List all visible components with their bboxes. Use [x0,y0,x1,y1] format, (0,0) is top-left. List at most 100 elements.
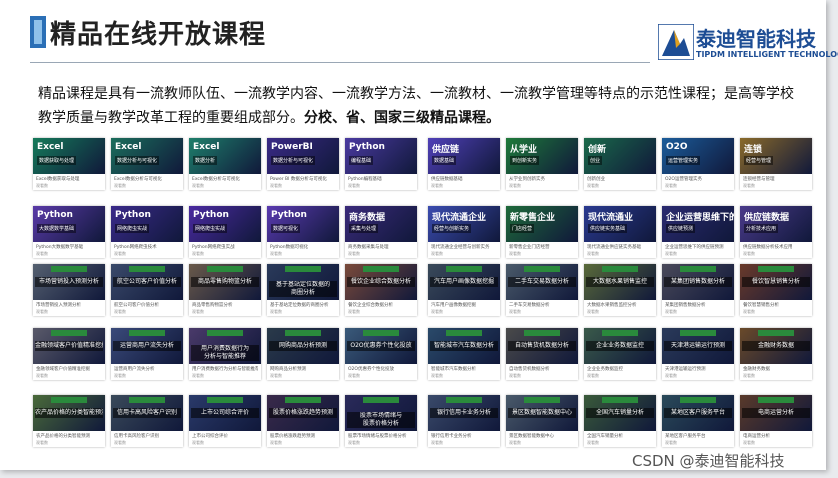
course-card[interactable]: 餐饮企业综合数据分析 餐饮企业综合数据分析 观看数 [345,264,417,316]
course-caption: Python数据可视化 [270,245,309,250]
course-card[interactable]: 企业运营思维下的 供应链预测 企业运营思维下的供应链预测 观看数 [662,206,734,258]
course-card[interactable]: 银行信用卡业务分析 银行信用卡业务分析 观看数 [428,395,500,447]
intro-line-2-bold: 分校、省、国家三级精品课程。 [304,110,500,126]
course-thumbnail: O2O优惠券个性化投放 [345,328,417,364]
course-thumbnail: 创新 创业 [584,138,656,174]
case-title: 用户消费数据行为 分析与智能推荐 [191,345,259,361]
case-title: 航空公司客户价值分析 [113,277,181,287]
logo-text-cn: 泰迪智能科技 [696,27,816,51]
course-meta: 观看数 [36,251,48,256]
course-card[interactable]: 餐饮智慧销售分析 餐饮智慧销售分析 观看数 [740,264,812,316]
course-card[interactable]: 市场营销投入预测分析 市场营销投入预测分析 观看数 [33,264,105,316]
case-badge [446,266,482,272]
course-card[interactable]: 商品零售购物篮分析 商品零售购物篮分析 观看数 [189,264,261,316]
course-card[interactable]: 企业业务数据监控 企业业务数据监控 观看数 [584,328,656,380]
course-meta: 观看数 [192,251,204,256]
course-meta: 观看数 [509,440,521,445]
course-card[interactable]: 全国汽车销量分析 全国汽车销量分析 观看数 [584,395,656,447]
course-card[interactable]: 天津港运输运行预测 天津港运输运行预测 观看数 [662,328,734,380]
course-card[interactable]: Excel 数据分析 Excel数据分析与可视化 观看数 [189,138,261,190]
course-thumbnail: 供应链 数据基础 [428,138,500,174]
course-card[interactable]: 某地区客户服务平台 某地区客户服务平台 观看数 [662,395,734,447]
course-card[interactable]: 创新 创业 创新创业 观看数 [584,138,656,190]
course-card[interactable]: 某集团销售数据分析 某集团销售数据分析 观看数 [662,264,734,316]
course-card[interactable]: Python 编程基础 Python编程基础 观看数 [345,138,417,190]
course-thumbnail: 网购商品分析预测 [267,328,339,364]
course-caption: 商品零售购物篮分析 [192,303,233,308]
case-badge [51,330,87,336]
course-card[interactable]: 自动售货机数据分析 自动售货机数据分析 观看数 [506,328,578,380]
course-card[interactable]: 金融财务数据 金融财务数据 观看数 [740,328,812,380]
course-thumb-title: Python [193,210,229,220]
course-card[interactable]: 汽车用户画像数据挖掘 汽车用户画像数据挖掘 观看数 [428,264,500,316]
course-card[interactable]: 供应链 数据基础 供应链数据基础 观看数 [428,138,500,190]
course-thumbnail: PowerBI 数据分析与可视化 [267,138,339,174]
case-badge [363,330,399,336]
case-title-line-1: 金融领域客户价值精准挖掘 [35,342,103,349]
case-title-line-1: 商品零售购物篮分析 [197,278,252,285]
course-card[interactable]: 景区数据智能数据中心 景区数据智能数据中心 观看数 [506,395,578,447]
case-title: 企业业务数据监控 [586,341,654,351]
course-card[interactable]: O2O 运营管理实务 O2O运营管理实务 观看数 [662,138,734,190]
case-title: 金融领域客户价值精准挖掘 [35,341,103,351]
intro-text: 精品课程是具有一流教师队伍、一流教学内容、一流教学方法、一流教材、一流教学管理等… [38,82,798,130]
course-card[interactable]: Python 大数据数学基础 Python大数据数学基础 观看数 [33,206,105,258]
course-card[interactable]: 基于基站定位数据的 商圈分析 基于基站定位数据的商圈分析 观看数 [267,264,339,316]
case-badge [51,266,87,272]
course-card[interactable]: Python 数据可视化 Python数据可视化 观看数 [267,206,339,258]
course-meta: 观看数 [348,251,360,256]
course-card[interactable]: 信用卡高风险客户识别 信用卡高风险客户识别 观看数 [111,395,183,447]
course-card[interactable]: 网购商品分析预测 网购商品分析预测 观看数 [267,328,339,380]
case-badge [524,330,560,336]
course-card[interactable]: 电商运营分析 电商运营分析 观看数 [740,395,812,447]
course-card[interactable]: 股票价格涨跌趋势预测 股票价格涨跌趋势预测 观看数 [267,395,339,447]
course-card[interactable]: 连锁 经营与管理 连锁经营与管理 观看数 [740,138,812,190]
case-title: 餐饮企业综合数据分析 [347,277,415,287]
case-title: 某集团销售数据分析 [664,277,732,287]
course-card[interactable]: Python 网络爬虫实战 Python网络爬虫技术 观看数 [111,206,183,258]
course-card[interactable]: Excel 数据分析与可视化 Excel数据分析与可视化 观看数 [111,138,183,190]
course-caption: Python网络爬虫技术 [114,245,157,250]
course-meta: 观看数 [348,440,360,445]
course-card[interactable]: 新零售企业 门店经营 新零售企业门店经营 观看数 [506,206,578,258]
case-title-line-1: 企业业务数据监控 [595,342,644,349]
course-meta: 观看数 [743,183,755,188]
course-caption: 餐饮智慧销售分析 [743,303,779,308]
course-card[interactable]: PowerBI 数据分析与可视化 Power BI 数据分析与可视化 观看数 [267,138,339,190]
case-title: 股票市场情绪与 股票价格分析 [347,412,415,428]
course-card[interactable]: 航空公司客户价值分析 航空公司客户价值分析 观看数 [111,264,183,316]
course-card[interactable]: Excel 数据获取与处理 Excel数据获取与处理 观看数 [33,138,105,190]
course-meta: 观看数 [270,440,282,445]
course-meta: 观看数 [665,373,677,378]
course-caption: 新零售企业门店经营 [509,245,550,250]
course-card[interactable]: 供应链数据 分析技术应用 供应链数据分析技术应用 观看数 [740,206,812,258]
course-card[interactable]: 用户消费数据行为 分析与智能推荐 用户消费数据行为分析与智能推荐 观看数 [189,328,261,380]
course-card[interactable]: 商务数据 采集与处理 商务数据采集与处理 观看数 [345,206,417,258]
course-card[interactable]: 现代流通业 供应链实务基础 现代流通业供应链实务基础 观看数 [584,206,656,258]
course-card[interactable]: 现代流通企业 经营与创新实务 现代流通企业经营与创新实务 观看数 [428,206,500,258]
course-card[interactable]: Python 网络爬虫实战 Python网络爬虫实战 观看数 [189,206,261,258]
logo-text-en: TIPDM INTELLIGENT TECHNOLOGY [696,50,838,59]
course-card[interactable]: 上市公司综合评价 上市公司综合评价 观看数 [189,395,261,447]
case-badge [207,397,243,403]
course-card[interactable]: O2O优惠券个性化投放 O2O优惠券个性化投放 观看数 [345,328,417,380]
course-card[interactable]: 从学业 到创新实务 从学业到创新实务 观看数 [506,138,578,190]
course-caption: 供应链数据基础 [431,177,463,182]
course-card[interactable]: 运营商用户流失分析 运营商用户流失分析 观看数 [111,328,183,380]
course-thumb-subtitle: 创业 [588,156,603,165]
course-card[interactable]: 大数据水果销售监控 大数据水果销售监控分析 观看数 [584,264,656,316]
course-card[interactable]: 农产品价格的分类智能预测 农产品价格的分类智能预测 观看数 [33,395,105,447]
course-meta: 观看数 [431,251,443,256]
course-card[interactable]: 股票市场情绪与 股票价格分析 股票市场情绪与股票价格分析 观看数 [345,395,417,447]
title-accent-inner [34,20,42,44]
course-thumbnail: 航空公司客户价值分析 [111,264,183,300]
course-thumb-title: Excel [37,142,64,152]
course-caption: 航空公司客户价值分析 [114,303,159,308]
course-card[interactable]: 智能城市汽车数据分析 智能城市汽车数据分析 观看数 [428,328,500,380]
case-title-line-1: 金融财务数据 [757,342,794,349]
case-title-line-1: 银行信用卡业务分析 [436,409,491,416]
course-card[interactable]: 二手车交易数据分析 二手车交易数据分析 观看数 [506,264,578,316]
course-card[interactable]: 金融领域客户价值精准挖掘 金融领域客户价值精准挖掘 观看数 [33,328,105,380]
course-caption: 企业运营思维下的供应链预测 [665,245,724,250]
course-thumb-subtitle: 经营与管理 [744,156,774,165]
